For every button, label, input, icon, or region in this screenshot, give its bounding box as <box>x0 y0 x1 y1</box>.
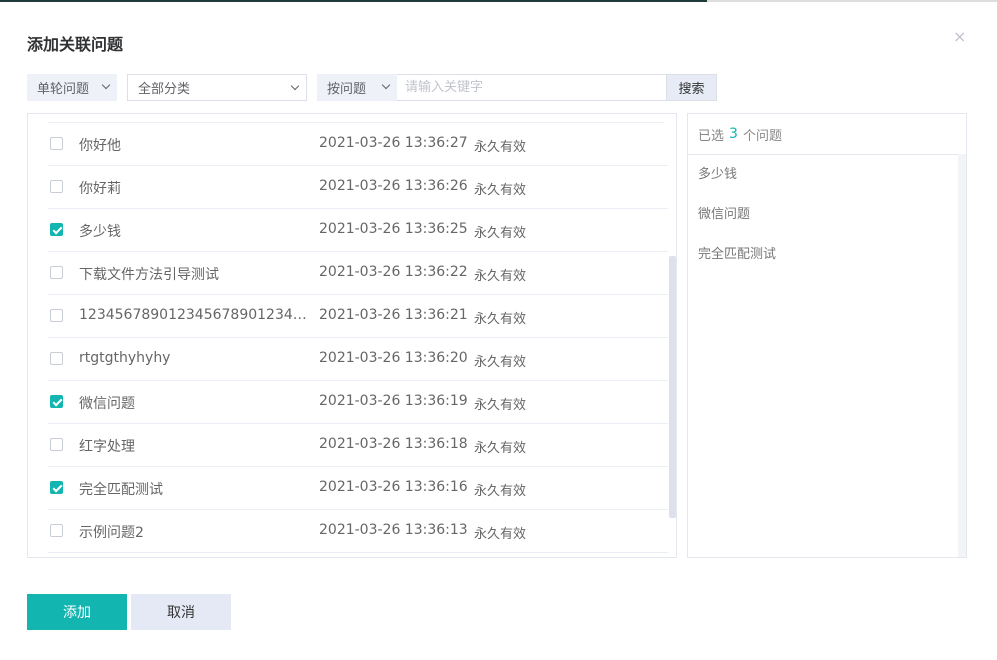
close-icon[interactable]: × <box>953 27 966 47</box>
row-validity: 永久有效 <box>474 269 527 284</box>
row-checkbox[interactable] <box>50 524 63 537</box>
row-checkbox[interactable] <box>50 395 63 408</box>
row-time: 2021-03-26 13:36:20 <box>319 350 468 366</box>
row-checkbox[interactable] <box>50 481 63 494</box>
row-checkbox[interactable] <box>50 438 63 451</box>
search-button[interactable]: 搜索 <box>666 74 717 101</box>
table-row[interactable]: 多少钱 2021-03-26 13:36:25 永久有效 <box>48 209 668 252</box>
category-select[interactable]: 全部分类 <box>127 74 307 101</box>
row-validity: 永久有效 <box>474 183 527 198</box>
table-row[interactable]: 你好他 2021-03-26 13:36:27 永久有效 <box>48 123 668 166</box>
row-question: 微信问题 <box>79 396 135 412</box>
backdrop-top-strip-light <box>707 0 997 2</box>
row-checkbox[interactable] <box>50 309 63 322</box>
row-validity: 永久有效 <box>474 398 527 413</box>
category-value: 全部分类 <box>138 82 191 97</box>
row-time: 2021-03-26 13:36:16 <box>319 479 468 495</box>
row-checkbox[interactable] <box>50 266 63 279</box>
table-row[interactable]: 下载文件方法引导测试 2021-03-26 13:36:22 永久有效 <box>48 252 668 295</box>
row-validity: 永久有效 <box>474 527 527 542</box>
table-row[interactable]: 微信问题 2021-03-26 13:36:19 永久有效 <box>48 381 668 424</box>
row-validity: 永久有效 <box>474 226 527 241</box>
row-checkbox[interactable] <box>50 352 63 365</box>
chevron-down-icon <box>101 80 111 90</box>
selected-scrollbar[interactable] <box>958 154 966 557</box>
list-scrollbar[interactable] <box>668 114 676 557</box>
table-row[interactable]: 12345678901234567890123456... 2021-03-26 … <box>48 295 668 338</box>
chevron-down-icon <box>381 80 391 90</box>
row-question: rtgtgthyhyhy <box>79 350 171 366</box>
row-checkbox[interactable] <box>50 180 63 193</box>
row-question: 你好他 <box>79 138 121 154</box>
chevron-down-icon <box>290 81 300 91</box>
keyword-input[interactable] <box>403 79 657 96</box>
selected-item[interactable]: 微信问题 <box>688 195 966 235</box>
selected-item[interactable]: 多少钱 <box>688 155 966 195</box>
row-time: 2021-03-26 13:36:22 <box>319 264 468 280</box>
keyword-input-wrapper <box>397 74 667 101</box>
row-question: 完全匹配测试 <box>79 482 163 498</box>
selected-items: 多少钱 微信问题 完全匹配测试 <box>688 155 966 275</box>
row-time: 2021-03-26 13:36:21 <box>319 307 468 323</box>
row-question: 红字处理 <box>79 439 135 455</box>
list-scrollbar-thumb[interactable] <box>669 256 676 518</box>
row-time: 2021-03-26 13:36:25 <box>319 221 468 237</box>
row-time: 2021-03-26 13:36:19 <box>319 393 468 409</box>
row-question: 多少钱 <box>79 224 121 240</box>
row-validity: 永久有效 <box>474 441 527 456</box>
table-row[interactable]: rtgtgthyhyhy 2021-03-26 13:36:20 永久有效 <box>48 338 668 381</box>
table-row[interactable]: 示例问题2 2021-03-26 13:36:13 永久有效 <box>48 510 668 553</box>
question-list-panel: 你好他 2021-03-26 13:36:27 永久有效 你好莉 2021-03-26 … <box>27 113 677 558</box>
row-time: 2021-03-26 13:36:27 <box>319 135 468 151</box>
row-validity: 永久有效 <box>474 355 527 370</box>
table-row[interactable]: 你好莉 2021-03-26 13:36:26 永久有效 <box>48 166 668 209</box>
row-validity: 永久有效 <box>474 140 527 155</box>
row-question: 示例问题2 <box>79 525 144 541</box>
row-checkbox[interactable] <box>50 223 63 236</box>
row-time: 2021-03-26 13:36:26 <box>319 178 468 194</box>
dialog-title: 添加关联问题 <box>27 35 124 54</box>
selected-panel: 已选 3 个问题 多少钱 微信问题 完全匹配测试 <box>687 113 967 558</box>
question-type-value: 单轮问题 <box>37 82 90 97</box>
row-question: 12345678901234567890123456... <box>79 307 307 323</box>
question-type-select[interactable]: 单轮问题 <box>27 74 117 101</box>
selected-count: 3 <box>729 126 738 142</box>
row-validity: 永久有效 <box>474 484 527 499</box>
row-question: 你好莉 <box>79 181 121 197</box>
selected-item[interactable]: 完全匹配测试 <box>688 235 966 275</box>
table-row[interactable]: 红字处理 2021-03-26 13:36:18 永久有效 <box>48 424 668 467</box>
row-question: 下载文件方法引导测试 <box>79 267 219 283</box>
row-time: 2021-03-26 13:36:18 <box>319 436 468 452</box>
search-mode-select[interactable]: 按问题 <box>317 74 397 101</box>
selected-header: 已选 3 个问题 <box>688 114 966 155</box>
search-mode-value: 按问题 <box>327 82 367 97</box>
cancel-button[interactable]: 取消 <box>131 594 231 630</box>
selected-prefix: 已选 <box>698 128 725 144</box>
selected-suffix: 个问题 <box>742 128 782 144</box>
row-time: 2021-03-26 13:36:13 <box>319 522 468 538</box>
row-validity: 永久有效 <box>474 312 527 327</box>
table-row[interactable]: 完全匹配测试 2021-03-26 13:36:16 永久有效 <box>48 467 668 510</box>
question-rows: 你好他 2021-03-26 13:36:27 永久有效 你好莉 2021-03-26 … <box>28 123 668 553</box>
add-button[interactable]: 添加 <box>27 594 127 630</box>
row-checkbox[interactable] <box>50 137 63 150</box>
